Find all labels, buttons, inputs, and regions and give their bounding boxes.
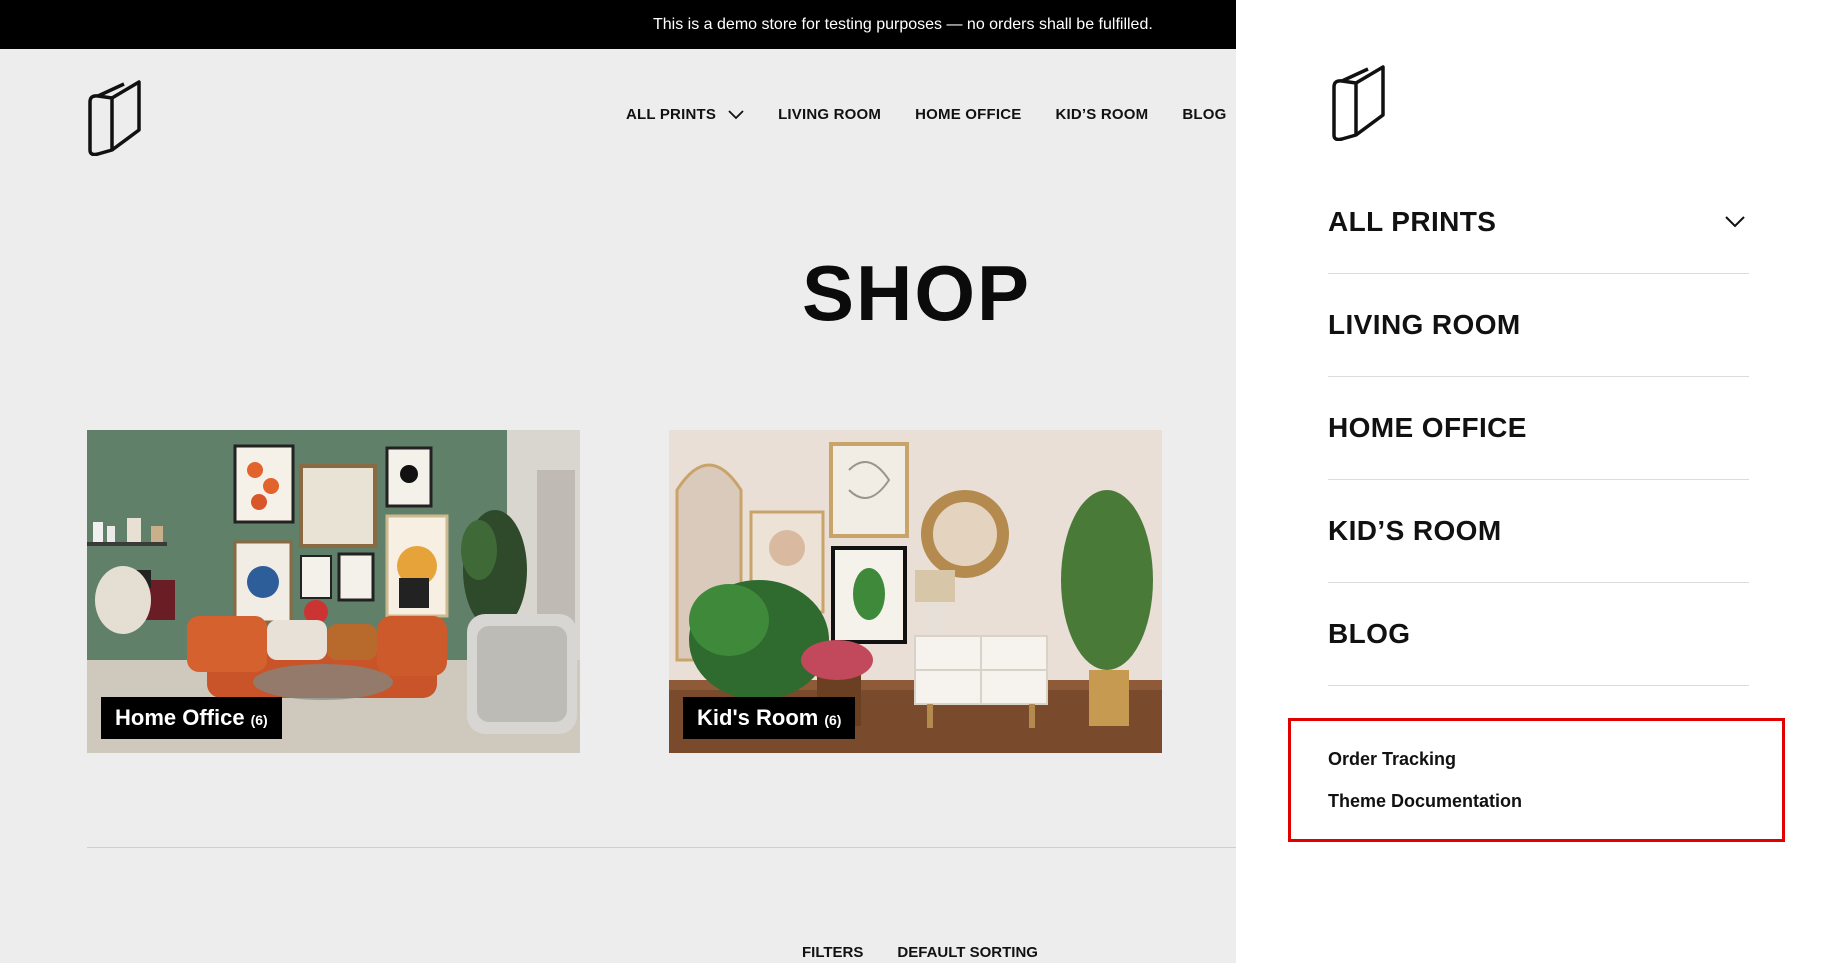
section-divider <box>87 847 1247 848</box>
shop-toolbar: FILTERS DEFAULT SORTING <box>802 944 1038 963</box>
main-navigation: ALL PRINTS LIVING ROOM HOME OFFICE KID’S… <box>626 106 1260 123</box>
category-count: (6) <box>824 712 842 728</box>
category-card-home-office[interactable]: Home Office (6) <box>87 430 580 753</box>
demo-notice-text: This is a demo store for testing purpose… <box>653 15 1153 33</box>
drawer-item-kids-room[interactable]: KID’S ROOM <box>1328 480 1749 583</box>
nav-living-room[interactable]: LIVING ROOM <box>778 106 881 123</box>
nav-kids-room[interactable]: KID’S ROOM <box>1055 106 1148 123</box>
category-name: Home Office <box>115 705 245 730</box>
category-card-kids-room[interactable]: Kid's Room (6) <box>669 430 1162 753</box>
drawer-item-label: HOME OFFICE <box>1328 412 1527 443</box>
drawer-item-label: BLOG <box>1328 618 1411 649</box>
chevron-down-icon[interactable] <box>1725 216 1745 228</box>
site-logo-icon[interactable] <box>1328 63 1388 141</box>
category-label-home-office[interactable]: Home Office (6) <box>101 697 282 739</box>
nav-home-office[interactable]: HOME OFFICE <box>915 106 1021 123</box>
drawer-secondary-links: Order Tracking Theme Documentation <box>1288 718 1785 842</box>
drawer-menu-list: ALL PRINTS LIVING ROOM HOME OFFICE KID’S… <box>1328 171 1749 686</box>
category-label-kids-room[interactable]: Kid's Room (6) <box>683 697 856 739</box>
nav-blog[interactable]: BLOG <box>1182 106 1226 123</box>
drawer-item-all-prints[interactable]: ALL PRINTS <box>1328 171 1749 274</box>
nav-all-prints[interactable]: ALL PRINTS <box>626 106 744 123</box>
theme-documentation-link[interactable]: Theme Documentation <box>1328 791 1522 812</box>
drawer-item-living-room[interactable]: LIVING ROOM <box>1328 274 1749 377</box>
order-tracking-link[interactable]: Order Tracking <box>1328 749 1456 770</box>
drawer-item-blog[interactable]: BLOG <box>1328 583 1749 686</box>
drawer-item-label: ALL PRINTS <box>1328 206 1497 237</box>
sorting-dropdown[interactable]: DEFAULT SORTING <box>897 944 1038 963</box>
drawer-item-label: KID’S ROOM <box>1328 515 1502 546</box>
category-count: (6) <box>250 712 268 728</box>
category-name: Kid's Room <box>697 705 819 730</box>
chevron-down-icon <box>728 109 744 119</box>
nav-all-prints-label: ALL PRINTS <box>626 106 717 123</box>
drawer-item-home-office[interactable]: HOME OFFICE <box>1328 377 1749 480</box>
filters-button[interactable]: FILTERS <box>802 944 863 963</box>
drawer-item-label: LIVING ROOM <box>1328 309 1521 340</box>
site-logo-icon[interactable] <box>84 78 144 156</box>
